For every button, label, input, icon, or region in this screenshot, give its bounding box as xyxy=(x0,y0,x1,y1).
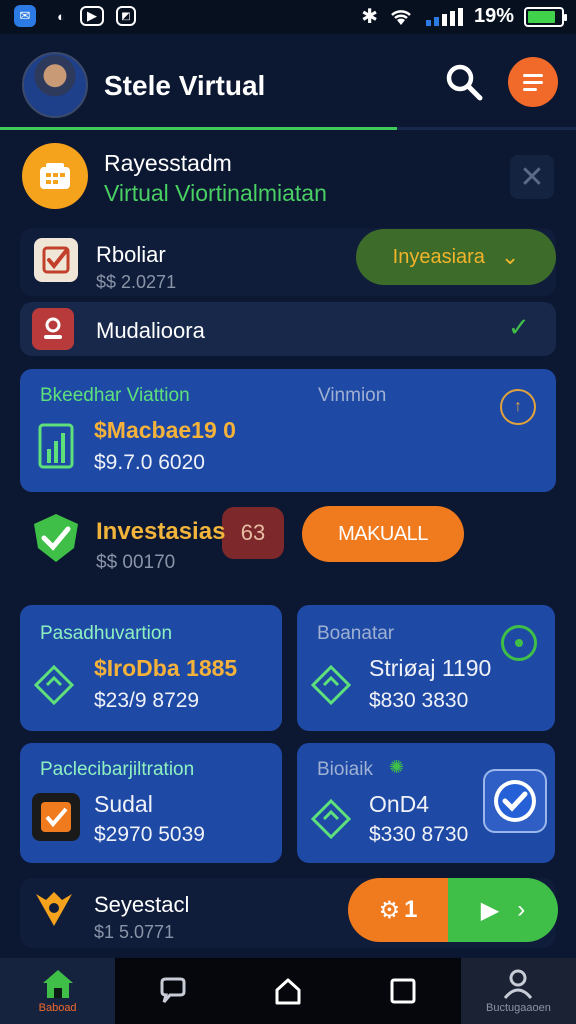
user-badge-icon xyxy=(32,308,74,350)
nav-recents[interactable] xyxy=(346,958,461,1024)
card-right-label: Vinmion xyxy=(318,385,387,406)
checkbox-icon xyxy=(34,238,78,282)
notification-title: Rayesstadm xyxy=(104,150,232,176)
close-icon: ✕ xyxy=(519,160,545,194)
card-value-secondary: $9.7.0 6020 xyxy=(94,451,205,474)
card-value-primary: OnD4 xyxy=(369,791,430,817)
menu-button[interactable] xyxy=(508,57,558,107)
bottom-nav: Baboad Buctugaaoen xyxy=(0,958,576,1024)
header-progress-bar xyxy=(0,127,397,130)
grid-card-1[interactable]: Pasadhuvartion $IroDba 1885 $23/9 8729 xyxy=(20,605,282,731)
verified-check-button[interactable] xyxy=(483,769,547,833)
nav-messages[interactable] xyxy=(115,958,230,1024)
app-icon-1: ✉ xyxy=(14,5,36,27)
page-title: Stele Virtual xyxy=(104,70,266,101)
row-title: Mudalioora xyxy=(96,318,205,343)
crest-icon xyxy=(36,892,72,926)
compass-icon[interactable]: ↑ xyxy=(500,389,536,425)
bluetooth-icon: ✱ xyxy=(361,6,378,28)
grid-card-2[interactable]: Boanatar Striøaj 1190 $830 3830 xyxy=(297,605,555,731)
card-label: Paclecibarjiltration xyxy=(40,759,195,780)
settings-button[interactable]: ⚙ 1 xyxy=(348,878,448,942)
battery-icon xyxy=(524,6,567,27)
card-label: Bkeedhar Viattion xyxy=(40,385,190,406)
row-subtitle: $1 5.0771 xyxy=(94,922,175,942)
shield-check-icon xyxy=(34,514,78,562)
nav-home-system[interactable] xyxy=(230,958,345,1024)
nav-profile[interactable]: Buctugaaoen xyxy=(460,958,576,1024)
home-icon xyxy=(42,970,73,998)
menu-icon xyxy=(523,73,543,77)
app-icon-2: ◐ xyxy=(57,8,65,24)
row-title: Rboliar xyxy=(96,242,166,267)
store-icon xyxy=(40,163,70,189)
house-outline-icon xyxy=(275,978,301,1005)
investments-subtitle: $$ 00170 xyxy=(96,552,176,573)
grid-card-3[interactable]: Paclecibarjiltration Sudal $2970 5039 xyxy=(20,743,282,863)
user-icon xyxy=(504,969,533,999)
grid-card-4[interactable]: Bioiaik ✺ OnD4 $330 8730 xyxy=(297,743,555,863)
close-button[interactable]: ✕ xyxy=(510,155,554,199)
featured-card[interactable]: Bkeedhar Viattion $Macbae19 0 $9.7.0 602… xyxy=(20,369,556,492)
play-icon: ▶ xyxy=(480,896,500,924)
investments-badge: 63 xyxy=(222,507,284,559)
chevron-down-icon: ⌄ xyxy=(500,244,520,269)
status-right: ✱ 19% xyxy=(361,4,567,29)
checkbox-icon xyxy=(32,793,80,841)
list-item-second[interactable]: Mudalioora ✓ xyxy=(20,302,556,356)
gear-icon: ✺ xyxy=(389,757,405,777)
square-icon xyxy=(390,978,416,1004)
card-label: Pasadhuvartion xyxy=(40,623,173,644)
row-subtitle: $$ 2.0271 xyxy=(96,272,177,292)
investasiara-button[interactable]: Inyeasiara ⌄ xyxy=(356,229,556,285)
verified-check-icon xyxy=(494,780,536,822)
card-value-primary: $Macbae19 0 xyxy=(94,417,236,443)
chat-icon xyxy=(160,977,186,1003)
search-icon xyxy=(446,64,483,101)
avatar[interactable] xyxy=(22,52,88,118)
card-label: Bioiaik xyxy=(317,759,373,780)
status-bar: ✉ ◐ ▶ ◩ ✱ 19% xyxy=(0,0,576,34)
card-value-primary: $IroDba 1885 xyxy=(94,655,238,681)
app-icon-4: ◩ xyxy=(116,6,136,26)
search-button[interactable] xyxy=(444,62,484,102)
diamond-icon xyxy=(34,665,74,705)
floating-action-group[interactable]: ⚙ 1 ▶ › xyxy=(348,878,558,942)
settings-count: 1 xyxy=(404,896,418,923)
battery-percent: 19% xyxy=(473,5,514,27)
bar-chart-icon xyxy=(38,423,74,469)
notification-subtitle: Virtual Viortinalmiatan xyxy=(104,180,327,206)
card-value-primary: Sudal xyxy=(94,791,153,817)
chevron-right-icon: › xyxy=(517,896,526,923)
diamond-icon xyxy=(311,665,351,705)
app-icon-3: ▶ xyxy=(80,6,104,26)
check-icon: ✓ xyxy=(508,312,530,342)
wifi-icon xyxy=(391,9,411,25)
card-value-secondary: $830 3830 xyxy=(369,689,469,712)
card-value-secondary: $330 8730 xyxy=(369,823,469,846)
card-value-primary: Striøaj 1190 xyxy=(369,655,492,681)
signal-icon xyxy=(425,7,463,26)
manual-button[interactable]: MAKUALL xyxy=(302,506,464,562)
status-dot-icon xyxy=(501,625,537,661)
nav-home[interactable]: Baboad xyxy=(0,958,116,1024)
card-value-secondary: $2970 5039 xyxy=(94,823,205,846)
card-label: Boanatar xyxy=(317,623,395,644)
investments-title: Investasias xyxy=(96,518,226,545)
card-value-secondary: $23/9 8729 xyxy=(94,689,200,712)
pill-label: Inyeasiara xyxy=(392,245,485,268)
notification-icon xyxy=(22,143,88,209)
diamond-icon xyxy=(311,799,351,839)
gear-icon: ⚙ xyxy=(378,896,401,924)
play-button[interactable]: ▶ › xyxy=(448,878,558,942)
row-title: Seyestacl xyxy=(94,892,190,917)
